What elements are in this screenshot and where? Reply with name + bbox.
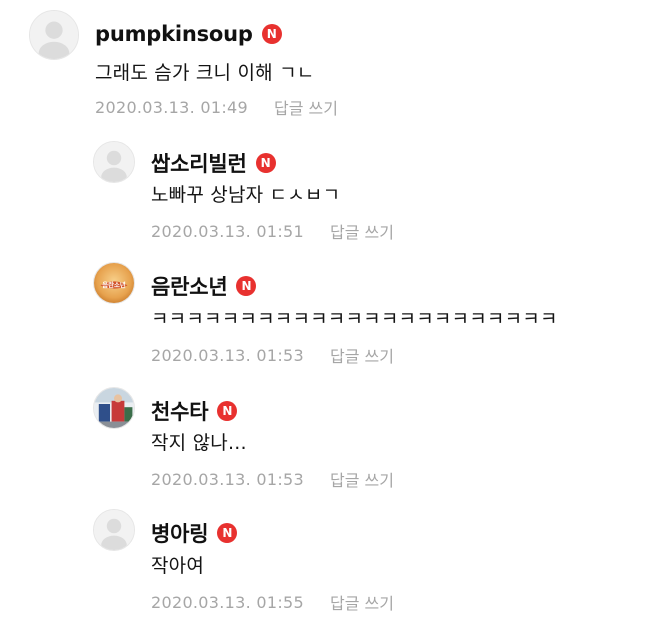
comment-date: 2020.03.13. 01:51: [151, 221, 304, 241]
reply-button[interactable]: 답글 쓰기: [330, 590, 394, 614]
n-badge-icon: N: [261, 24, 282, 44]
default-profile-icon[interactable]: [29, 10, 79, 60]
comment-author[interactable]: 쌉소리빌런: [151, 148, 247, 178]
reply-button[interactable]: 답글 쓰기: [330, 219, 394, 243]
comment-meta: 2020.03.13. 01:51 답글 쓰기: [151, 219, 394, 243]
comment-author-row: 천수타 N: [151, 396, 238, 426]
n-badge-icon: N: [217, 523, 238, 543]
default-profile-icon[interactable]: [93, 509, 135, 551]
n-badge-icon: N: [236, 276, 257, 296]
reply-button[interactable]: 답글 쓰기: [330, 467, 394, 491]
comment-author-row: pumpkinsoup N: [95, 22, 282, 46]
comment-meta: 2020.03.13. 01:53 답글 쓰기: [151, 343, 394, 367]
comment-text: 그래도 슴가 크니 이해 ㄱㄴ: [95, 62, 315, 84]
comment-author[interactable]: pumpkinsoup: [95, 22, 253, 46]
comment-date: 2020.03.13. 01:53: [151, 469, 304, 489]
n-badge-icon: N: [255, 153, 276, 173]
comment-author-row: 쌉소리빌런 N: [151, 148, 276, 178]
comment-author[interactable]: 음란소년: [151, 271, 228, 301]
photo-profile-image[interactable]: [93, 387, 135, 429]
comment-text: ㅋㅋㅋㅋㅋㅋㅋㅋㅋㅋㅋㅋㅋㅋㅋㅋㅋㅋㅋㅋㅋㅋㅋ: [151, 308, 558, 330]
comment-author[interactable]: 병아링: [151, 518, 209, 548]
comment-author[interactable]: 천수타: [151, 396, 209, 426]
comment-meta: 2020.03.13. 01:55 답글 쓰기: [151, 590, 394, 614]
comment-meta: 2020.03.13. 01:53 답글 쓰기: [151, 467, 394, 491]
default-profile-icon[interactable]: [93, 141, 135, 183]
custom-profile-image[interactable]: 음란소년: [93, 262, 135, 304]
comment-meta: 2020.03.13. 01:49 답글 쓰기: [95, 95, 338, 119]
comment-text: 노빠꾸 상남자 ㄷㅅㅂㄱ: [151, 184, 341, 206]
comment-text: 작지 않나...: [151, 432, 247, 454]
reply-button[interactable]: 답글 쓰기: [274, 95, 338, 119]
comment-date: 2020.03.13. 01:55: [151, 592, 304, 612]
comment-text: 작아여: [151, 555, 205, 577]
comment-author-row: 음란소년 N: [151, 271, 257, 301]
n-badge-icon: N: [217, 401, 238, 421]
comment-author-row: 병아링 N: [151, 518, 238, 548]
svg-text:음란소년: 음란소년: [102, 280, 126, 289]
comment-date: 2020.03.13. 01:49: [95, 97, 248, 117]
comment-date: 2020.03.13. 01:53: [151, 345, 304, 365]
reply-button[interactable]: 답글 쓰기: [330, 343, 394, 367]
